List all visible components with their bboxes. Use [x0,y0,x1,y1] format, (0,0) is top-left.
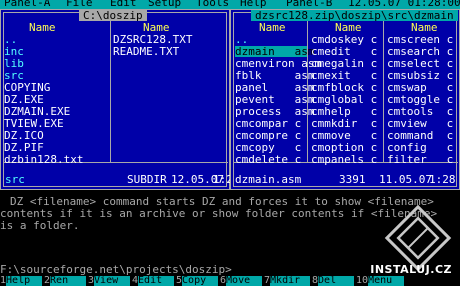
list-item[interactable]: cmenviron asm [235,58,321,69]
list-item-selected[interactable]: dzmain asm [235,46,314,57]
right-col1-header: Name [259,21,286,34]
menu-tools[interactable]: Tools [196,0,229,9]
list-item[interactable]: pevent asm [235,94,314,105]
f8-del-key[interactable]: 8Del [312,275,355,286]
left-col1-header: Name [29,21,56,34]
list-item[interactable]: TVIEW.EXE [4,118,64,129]
list-item[interactable]: cmegalin c [311,58,377,69]
list-item[interactable]: cmsubsiz c [387,70,453,81]
menu-panel-a[interactable]: Panel-A [4,0,50,9]
list-item[interactable]: cmcompre c [235,130,301,141]
fkey-label: Mkdir [270,276,311,286]
list-item[interactable]: DZSRC128.TXT [113,34,192,45]
list-item[interactable]: DZMAIN.EXE [4,106,70,117]
list-item[interactable]: cmfblock c [311,82,377,93]
fkey-label: Menu [368,276,405,286]
list-item[interactable]: src [4,70,24,81]
list-item[interactable]: cmscreen c [387,34,453,45]
f6-move-key[interactable]: 6Move [220,275,263,286]
list-item[interactable]: cmglobal c [311,94,377,105]
fkey-label: Ren [50,276,87,286]
list-item[interactable]: DZ.PIF [4,142,44,153]
fkey-label: Del [318,276,355,286]
menu-panel-b[interactable]: Panel-B [286,0,332,9]
list-item[interactable]: cmmkdir c [311,118,377,129]
list-item[interactable]: cmcopy c [235,142,301,153]
right-status-date: 11.05.07 [379,173,432,186]
menu-bar: Panel-A File Edit Setup Tools Help Panel… [0,0,460,9]
fkey-label: View [94,276,131,286]
list-item[interactable]: .. [235,34,248,45]
menu-file[interactable]: File [66,0,93,9]
list-item[interactable]: cmswap c [387,82,453,93]
list-item[interactable]: cmdelete c [235,154,301,165]
list-item[interactable]: cmtools c [387,106,453,117]
list-item[interactable]: cmexit c [311,70,377,81]
f7-mkdir-key[interactable]: 7Mkdir [264,275,311,286]
list-item[interactable]: config c [387,142,453,153]
right-status-time: 1:28 [429,173,456,186]
list-item[interactable]: cmedit c [311,46,377,57]
fkey-label: Move [226,276,263,286]
right-status-name: dzmain.asm [235,173,302,186]
function-key-bar: 1Help 2Ren 3View 4Edit 5Copy 6Move 7Mkdi… [0,275,460,286]
list-item[interactable]: cmmove c [311,130,377,141]
list-item[interactable]: inc [4,46,24,57]
left-panel[interactable]: C:\doszip Name Name .. inc lib src COPYI… [0,9,240,190]
left-column-divider [110,13,111,163]
list-item[interactable]: panel asm [235,82,314,93]
fkey-label: Help [6,276,43,286]
menu-setup[interactable]: Setup [148,0,181,9]
f1-help-key[interactable]: 1Help [0,275,43,286]
right-column-divider-2 [383,13,384,163]
list-item[interactable]: lib [4,58,24,69]
list-item[interactable]: cmcompar c [235,118,301,129]
left-status-type: SUBDIR [127,173,167,186]
list-item[interactable]: filter c [387,154,453,165]
f10-menu-key[interactable]: 10Menu [356,275,405,286]
doszip-screen: Panel-A File Edit Setup Tools Help Panel… [0,0,460,286]
list-item[interactable]: cmselect c [387,58,453,69]
list-item[interactable]: cmhelp c [311,106,377,117]
list-item[interactable]: .. [4,34,17,45]
list-item[interactable]: cmpanels c [311,154,377,165]
f2-ren-key[interactable]: 2Ren [44,275,87,286]
f4-edit-key[interactable]: 4Edit [132,275,175,286]
f5-copy-key[interactable]: 5Copy [176,275,219,286]
menu-edit[interactable]: Edit [110,0,137,9]
right-panel-path: dzsrc128.zip\doszip\src\dzmain [251,10,458,21]
fkey-number: 10 [356,275,369,286]
list-item[interactable]: command c [387,130,453,141]
list-item[interactable]: cmtoggle c [387,94,453,105]
help-message-line-3: is a folder. [0,219,80,232]
list-item[interactable]: DZ.EXE [4,94,44,105]
right-status-size: 3391 [339,173,366,186]
clock: 12.05.07 01:28:00 [348,0,460,9]
menu-help[interactable]: Help [240,0,267,9]
right-panel[interactable]: dzsrc128.zip\doszip\src\dzmain Name Name… [230,9,460,190]
list-item[interactable]: process asm [235,106,314,117]
left-panel-path: C:\doszip [79,10,147,21]
list-item[interactable]: DZ.ICO [4,130,44,141]
left-status-name: src [5,173,25,186]
f3-view-key[interactable]: 3View [88,275,131,286]
list-item[interactable]: cmsearch c [387,46,453,57]
fkey-label: Copy [182,276,219,286]
fkey-label: Edit [138,276,175,286]
list-item[interactable]: README.TXT [113,46,179,57]
list-item[interactable]: dzbin128.txt [4,154,83,165]
list-item[interactable]: cmdoskey c [311,34,377,45]
list-item[interactable]: fblk asm [235,70,314,81]
list-item[interactable]: COPYING [4,82,50,93]
list-item[interactable]: cmoption c [311,142,377,153]
list-item[interactable]: cmview c [387,118,453,129]
